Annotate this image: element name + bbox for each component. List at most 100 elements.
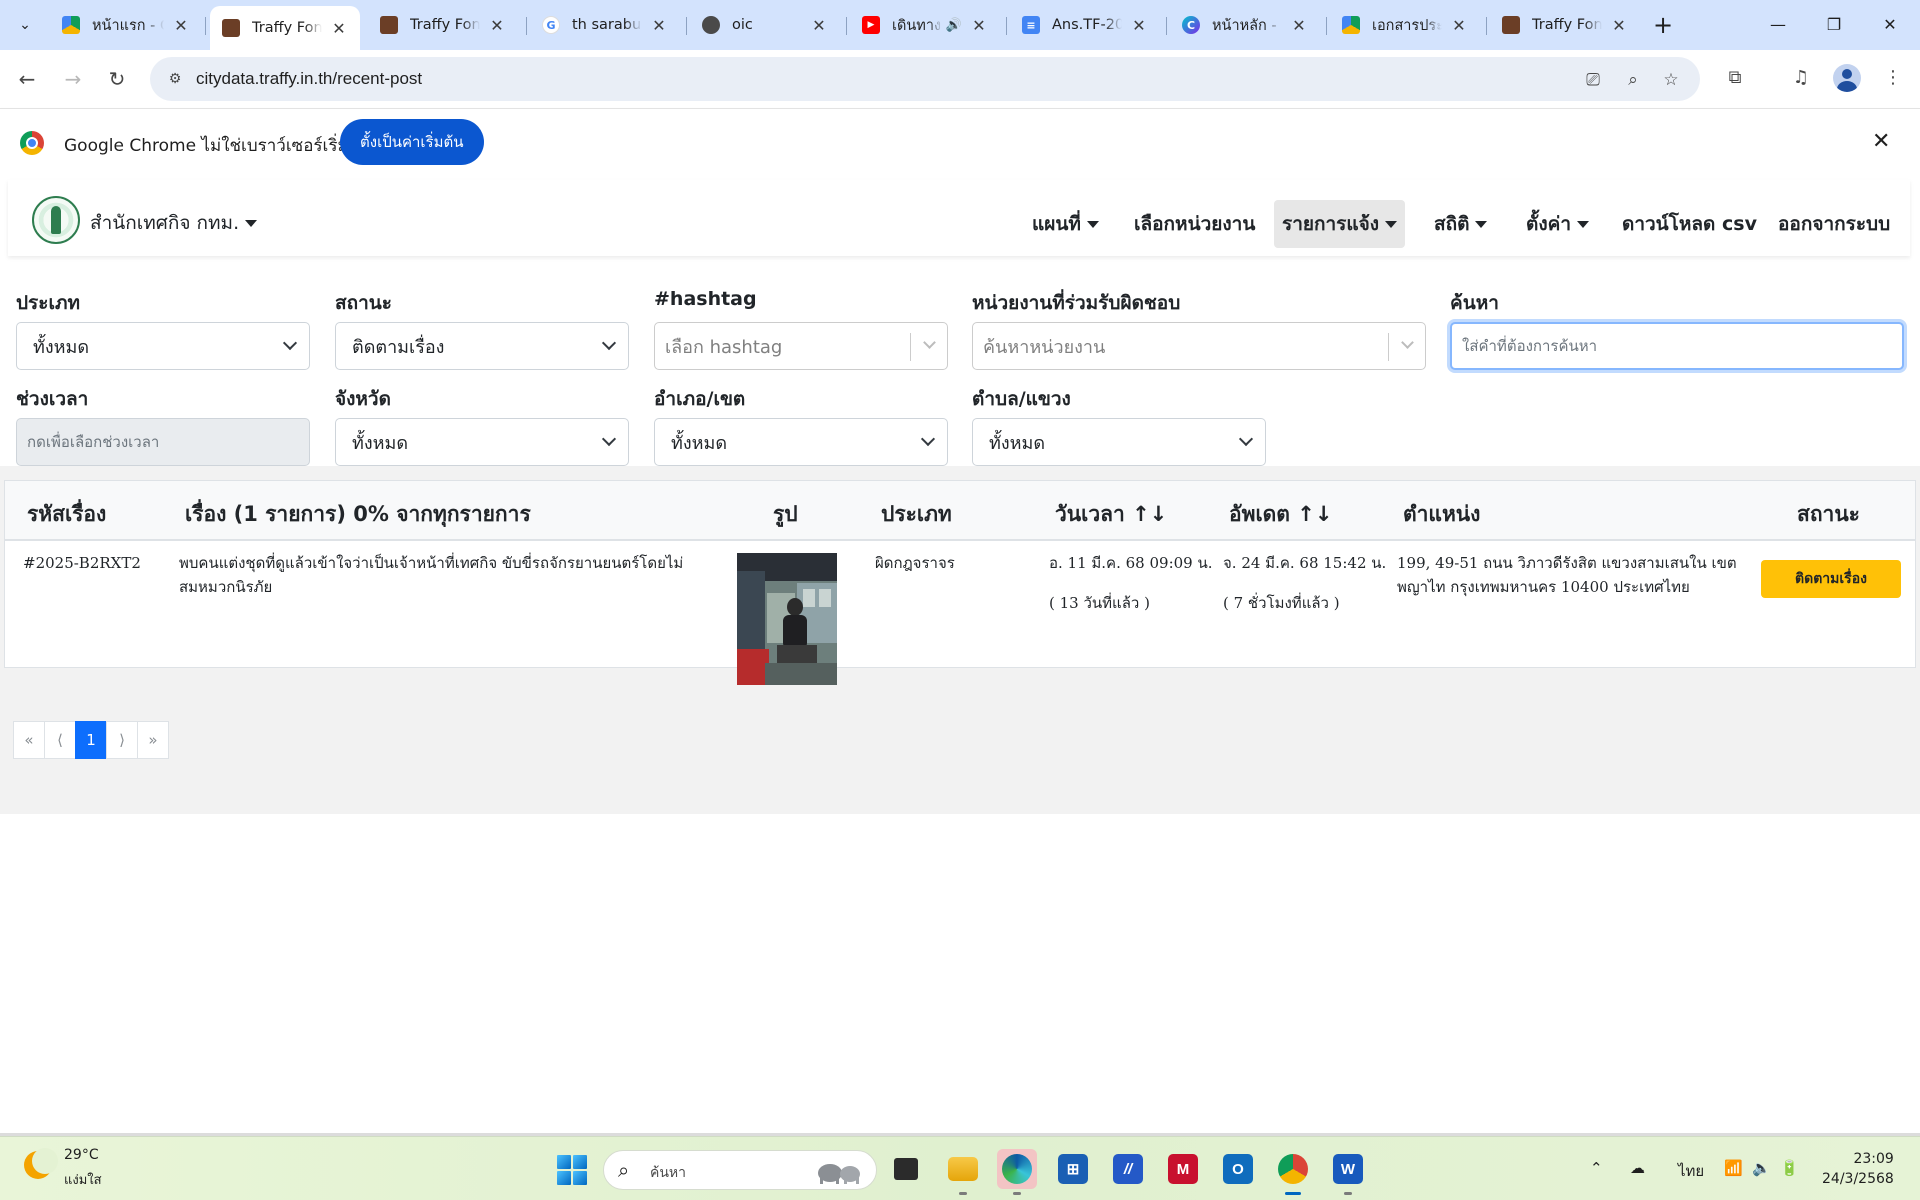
site-settings-icon[interactable]: ⚙ — [164, 68, 186, 90]
microsoft-store-icon[interactable]: ⊞ — [1053, 1149, 1093, 1189]
edge-icon[interactable] — [997, 1149, 1037, 1195]
district-select[interactable]: ทั้งหมด — [654, 418, 948, 466]
tab-traffy-3[interactable]: Traffy Fond ✕ — [1490, 6, 1640, 44]
menu-logout[interactable]: ออกจากระบบ — [1770, 200, 1898, 248]
file-explorer-icon[interactable] — [943, 1149, 983, 1195]
page-current[interactable]: 1 — [75, 721, 107, 759]
report-photo-thumbnail[interactable] — [737, 553, 837, 685]
report-id[interactable]: #2025-B2RXT2 — [23, 551, 141, 575]
battery-icon[interactable]: 🔋 — [1780, 1159, 1799, 1177]
period-picker[interactable]: กดเพื่อเลือกช่วงเวลา — [16, 418, 310, 466]
extensions-icon[interactable]: ⧉ — [1720, 62, 1750, 92]
chrome-logo-icon — [20, 131, 44, 155]
windows-start-icon[interactable] — [557, 1155, 587, 1185]
restore-icon[interactable]: ❐ — [1806, 0, 1862, 48]
reload-icon[interactable]: ↻ — [100, 62, 134, 96]
tab-google-search[interactable]: G th sarabun ✕ — [530, 6, 680, 44]
chevron-down-icon — [1238, 431, 1254, 447]
weather-description[interactable]: แง่มใส — [64, 1169, 102, 1190]
profile-avatar[interactable] — [1833, 64, 1861, 92]
menu-map[interactable]: แผนที่ — [1024, 200, 1107, 248]
tab-traffy-2[interactable]: Traffy Fond ✕ — [368, 6, 518, 44]
select-value: ทั้งหมด — [989, 432, 1046, 454]
tab-oic[interactable]: oic ✕ — [690, 6, 840, 44]
type-select[interactable]: ทั้งหมด — [16, 322, 310, 370]
close-icon[interactable]: ✕ — [170, 14, 192, 36]
page-next[interactable]: ⟩ — [106, 721, 138, 759]
status-select[interactable]: ติดตามเรื่อง — [335, 322, 629, 370]
tab-youtube[interactable]: ▶ เดินทาง 🔊 ✕ — [850, 6, 1000, 44]
header-datetime-sortable[interactable]: วันเวลา ↑↓ — [1055, 498, 1167, 531]
tab-title: หน้าหลัก - ( — [1212, 17, 1282, 34]
menu-kebab-icon[interactable]: ⋮ — [1878, 62, 1908, 92]
task-view-icon[interactable] — [886, 1149, 926, 1189]
system-clock[interactable]: 23:09 24/3/2568 — [1822, 1149, 1894, 1189]
address-bar[interactable]: ⚙ citydata.traffy.in.th/recent-post ⎚ ⌕ … — [150, 57, 1700, 101]
close-icon[interactable]: ✕ — [1288, 14, 1310, 36]
report-subject-line2: สมหมวกนิรภัย — [179, 578, 273, 596]
wifi-icon[interactable]: 📶 — [1724, 1159, 1743, 1177]
province-select[interactable]: ทั้งหมด — [335, 418, 629, 466]
youtube-icon: ▶ — [862, 16, 880, 34]
close-icon[interactable]: ✕ — [1872, 129, 1890, 154]
menu-download-csv[interactable]: ดาวน์โหลด csv — [1614, 200, 1765, 248]
power-automate-icon[interactable]: // — [1108, 1149, 1148, 1189]
hashtag-select[interactable]: เลือก hashtag — [654, 322, 948, 370]
word-icon[interactable]: W — [1328, 1149, 1368, 1195]
close-icon[interactable]: ✕ — [486, 14, 508, 36]
tab-traffy-active[interactable]: Traffy Fond ✕ — [210, 6, 360, 50]
mcafee-icon[interactable]: M — [1163, 1149, 1203, 1189]
menu-reports[interactable]: รายการแจ้ง — [1274, 200, 1406, 248]
tab-separator — [1326, 17, 1327, 35]
new-tab-plus-icon[interactable]: + — [1648, 11, 1678, 39]
taskbar-search[interactable]: ⌕ ค้นหา — [603, 1150, 877, 1190]
media-control-icon[interactable]: ♫ — [1786, 62, 1816, 92]
install-app-icon[interactable]: ⎚ — [1580, 67, 1606, 93]
page-last[interactable]: » — [137, 721, 169, 759]
window-close-icon[interactable]: ✕ — [1862, 0, 1918, 48]
close-icon[interactable]: ✕ — [808, 14, 830, 36]
minimize-icon[interactable]: — — [1750, 0, 1806, 48]
speaker-icon[interactable]: 🔊 — [946, 18, 962, 33]
close-icon[interactable]: ✕ — [1608, 14, 1630, 36]
back-arrow-icon[interactable]: ← — [10, 62, 44, 96]
outlook-icon[interactable]: O — [1218, 1149, 1258, 1189]
select-value: ทั้งหมด — [33, 336, 90, 358]
menu-select-agency[interactable]: เลือกหน่วยงาน — [1126, 200, 1263, 248]
menu-settings[interactable]: ตั้งค่า — [1518, 200, 1597, 248]
volume-icon[interactable]: 🔈 — [1752, 1159, 1771, 1177]
page-prev[interactable]: ⟨ — [44, 721, 76, 759]
close-icon[interactable]: ✕ — [648, 14, 670, 36]
close-icon[interactable]: ✕ — [968, 14, 990, 36]
search-input[interactable]: ใส่คำที่ต้องการค้นหา — [1450, 322, 1904, 370]
agency-select[interactable]: ค้นหาหน่วยงาน — [972, 322, 1426, 370]
zoom-icon[interactable]: ⌕ — [1620, 67, 1646, 93]
close-icon[interactable]: ✕ — [1448, 14, 1470, 36]
tab-search-chevron-icon[interactable]: ⌄ — [10, 11, 40, 39]
subdistrict-select[interactable]: ทั้งหมด — [972, 418, 1266, 466]
status-label: สถานะ — [335, 292, 392, 314]
onedrive-icon[interactable]: ☁ — [1630, 1159, 1645, 1177]
set-default-button[interactable]: ตั้งเป็นค่าเริ่มต้น — [340, 119, 484, 165]
brand-dropdown[interactable]: สำนักเทศกิจ กทม. — [90, 208, 258, 238]
close-icon[interactable]: ✕ — [1128, 14, 1150, 36]
tab-canva[interactable]: C หน้าหลัก - ( ✕ — [1170, 6, 1320, 44]
tab-home-drive[interactable]: หน้าแรก - G ✕ — [50, 6, 202, 44]
chrome-icon[interactable] — [1273, 1149, 1313, 1195]
header-updated-sortable[interactable]: อัพเดต ↑↓ — [1229, 498, 1332, 531]
menu-label: ดาวน์โหลด csv — [1622, 213, 1757, 235]
url-text[interactable]: citydata.traffy.in.th/recent-post — [196, 69, 422, 89]
moon-weather-icon[interactable] — [24, 1148, 58, 1179]
close-icon[interactable]: ✕ — [328, 17, 350, 39]
chevron-up-icon[interactable]: ⌃ — [1590, 1159, 1603, 1177]
input-language[interactable]: ไทย — [1678, 1159, 1704, 1183]
page-first[interactable]: « — [13, 721, 45, 759]
select-divider — [1388, 333, 1389, 361]
status-badge-button[interactable]: ติดตามเรื่อง — [1761, 560, 1901, 598]
forward-arrow-icon[interactable]: → — [56, 62, 90, 96]
weather-temperature[interactable]: 29°C — [64, 1147, 99, 1163]
menu-stats[interactable]: สถิติ — [1426, 200, 1495, 248]
bookmark-star-icon[interactable]: ☆ — [1658, 67, 1684, 93]
tab-drive-docs[interactable]: เอกสารประก ✕ — [1330, 6, 1480, 44]
tab-google-docs[interactable]: ≡ Ans.TF-202 ✕ — [1010, 6, 1160, 44]
